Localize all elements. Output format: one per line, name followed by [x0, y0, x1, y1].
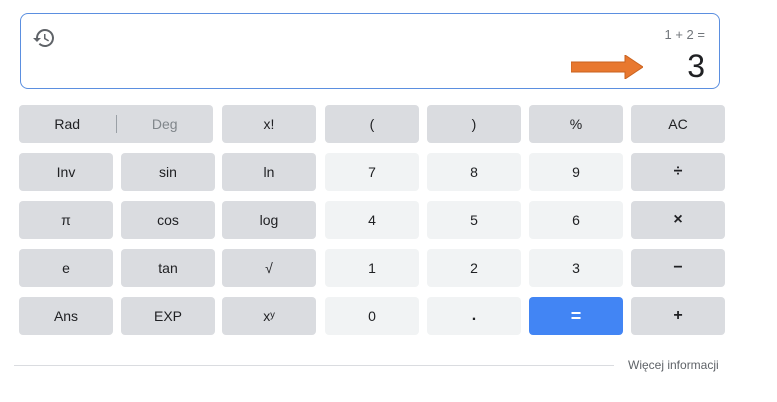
power-button[interactable]: xʸ: [222, 297, 316, 335]
exp-button[interactable]: EXP: [121, 297, 215, 335]
digit-0-button[interactable]: 0: [325, 297, 419, 335]
digit-1-button[interactable]: 1: [325, 249, 419, 287]
digit-6-button[interactable]: 6: [529, 201, 623, 239]
calculator-display: 1 + 2 = 3: [20, 13, 720, 89]
close-paren-button[interactable]: ): [427, 105, 521, 143]
rad-deg-toggle[interactable]: Rad Deg: [19, 105, 213, 143]
digit-8-button[interactable]: 8: [427, 153, 521, 191]
digit-2-button[interactable]: 2: [427, 249, 521, 287]
rad-button[interactable]: Rad: [19, 116, 116, 132]
equals-button[interactable]: =: [529, 297, 623, 335]
result-text: 3: [687, 48, 705, 84]
expression-text: 1 + 2 =: [664, 27, 705, 42]
digit-5-button[interactable]: 5: [427, 201, 521, 239]
percent-button[interactable]: %: [529, 105, 623, 143]
ans-button[interactable]: Ans: [19, 297, 113, 335]
divider: [14, 365, 614, 366]
digit-7-button[interactable]: 7: [325, 153, 419, 191]
divide-button[interactable]: ÷: [631, 153, 725, 191]
factorial-button[interactable]: x!: [222, 105, 316, 143]
minus-button[interactable]: −: [631, 249, 725, 287]
inverse-button[interactable]: Inv: [19, 153, 113, 191]
arrow-right-icon: [571, 55, 643, 79]
cos-button[interactable]: cos: [121, 201, 215, 239]
sqrt-button[interactable]: √: [222, 249, 316, 287]
log-button[interactable]: log: [222, 201, 316, 239]
digit-9-button[interactable]: 9: [529, 153, 623, 191]
digit-4-button[interactable]: 4: [325, 201, 419, 239]
euler-button[interactable]: e: [19, 249, 113, 287]
ln-button[interactable]: ln: [222, 153, 316, 191]
decimal-point-button[interactable]: .: [427, 297, 521, 335]
multiply-button[interactable]: ×: [631, 201, 725, 239]
open-paren-button[interactable]: (: [325, 105, 419, 143]
history-icon[interactable]: [32, 26, 56, 50]
tan-button[interactable]: tan: [121, 249, 215, 287]
plus-button[interactable]: +: [631, 297, 725, 335]
deg-button[interactable]: Deg: [117, 116, 214, 132]
digit-3-button[interactable]: 3: [529, 249, 623, 287]
all-clear-button[interactable]: AC: [631, 105, 725, 143]
more-info-link[interactable]: Więcej informacji: [628, 358, 719, 372]
pi-button[interactable]: π: [19, 201, 113, 239]
sin-button[interactable]: sin: [121, 153, 215, 191]
